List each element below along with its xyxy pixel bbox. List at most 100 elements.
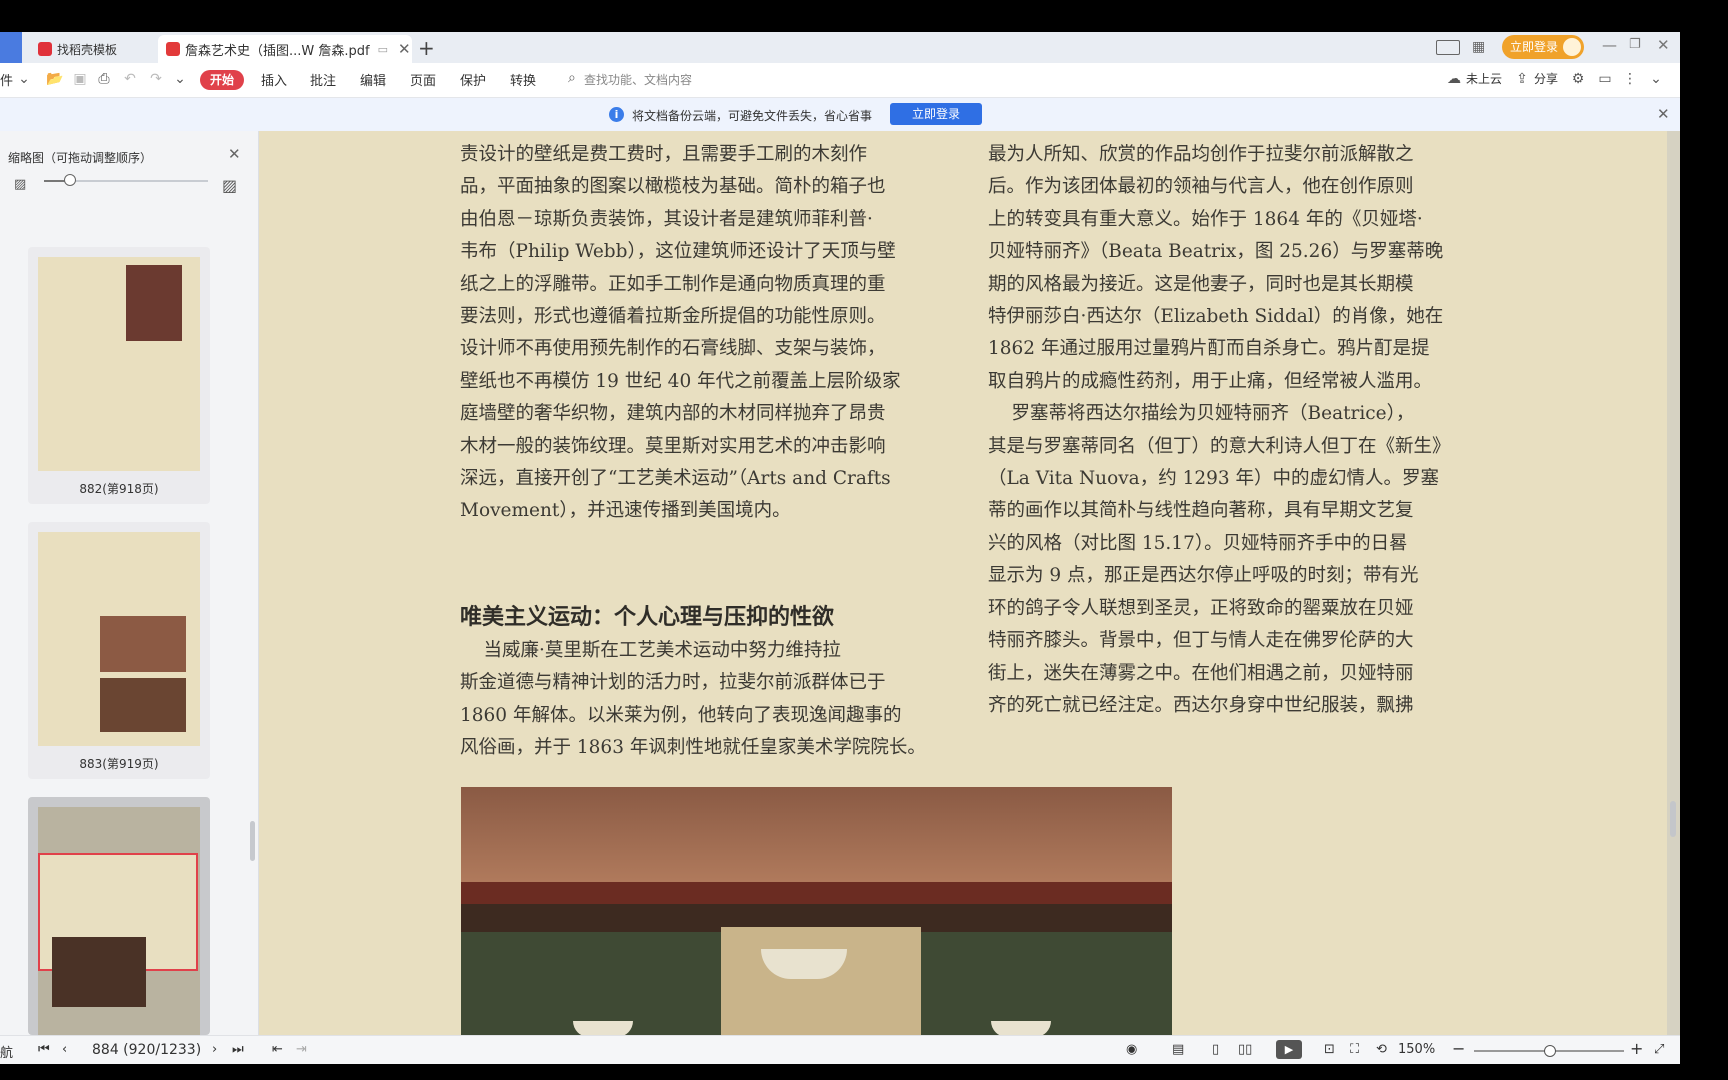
file-menu[interactable]: 件 (0, 70, 13, 89)
start-tab[interactable]: 开始 (200, 70, 244, 90)
text-line: 其是与罗塞蒂同名（但丁）的意大利诗人但丁在《新生》 (988, 435, 1451, 457)
menu-annotate[interactable]: 批注 (310, 70, 336, 89)
vertical-scrollbar[interactable] (1670, 801, 1676, 837)
settings-icon[interactable]: ⚙ (1570, 71, 1586, 87)
new-tab-icon[interactable]: + (418, 36, 435, 60)
share-button[interactable]: 分享 (1534, 70, 1558, 87)
comment-icon[interactable]: ▭ (1597, 71, 1613, 87)
grid-view-icon[interactable]: ▦ (1472, 39, 1485, 55)
page-indicator[interactable]: 884 (920/1233) (92, 1042, 201, 1058)
search-box[interactable]: ⌕ 查找功能、文档内容 (566, 69, 746, 91)
text-line: 齐的死亡就已经注定。西达尔身穿中世纪服装，飘拂 (988, 694, 1414, 716)
text-line: 特丽齐膝头。背景中，但丁与情人走在佛罗伦萨的大 (988, 630, 1414, 652)
more-dropdown-icon[interactable]: ⌄ (172, 71, 188, 87)
print-icon[interactable]: ⎙ (96, 71, 112, 87)
menu-protect[interactable]: 保护 (460, 70, 486, 89)
thumbnail-882[interactable]: 882(第918页) (28, 247, 210, 504)
large-thumb-icon[interactable]: ▨ (222, 176, 237, 195)
single-page-icon[interactable]: ▯ (1212, 1042, 1219, 1057)
menu-page[interactable]: 页面 (410, 70, 436, 89)
text-line: 深远，直接开创了“工艺美术运动”（Arts and Crafts (460, 468, 891, 490)
reading-mode-icon[interactable] (1436, 40, 1460, 55)
zoom-level[interactable]: 150% (1398, 1042, 1435, 1057)
text-line: Movement），并迅速传播到美国境内。 (460, 500, 791, 522)
panel-title: 缩略图（可拖动调整顺序） (8, 151, 153, 165)
tab-label: 找稻壳模板 (57, 42, 118, 57)
text-line: 环的鸽子令人联想到圣灵，正将致命的罂粟放在贝娅 (988, 597, 1414, 619)
double-page-icon[interactable]: ▯▯ (1238, 1042, 1252, 1057)
fit-width-icon[interactable]: ⇤ (272, 1042, 283, 1057)
restore-icon[interactable]: ❐ (1629, 37, 1641, 52)
actual-size-icon[interactable]: ⊡ (1324, 1042, 1335, 1057)
pdf-icon (166, 42, 180, 56)
redo-icon[interactable]: ↷ (148, 71, 164, 87)
menu-convert[interactable]: 转换 (510, 70, 536, 89)
save-icon[interactable]: ▣ (72, 71, 88, 87)
text-line: 1862 年通过服用过量鸦片酊而自杀身亡。鸦片酊是提 (988, 338, 1430, 360)
slider-handle[interactable] (64, 174, 76, 186)
notice-close-icon[interactable]: ✕ (1657, 105, 1670, 123)
play-icon[interactable]: ▶ (1276, 1040, 1302, 1059)
chandelier-left (573, 1021, 633, 1035)
docer-icon (38, 42, 52, 56)
menu-insert[interactable]: 插入 (261, 70, 287, 89)
sidebar-scrollbar[interactable] (250, 821, 255, 861)
zoom-slider[interactable] (1474, 1045, 1624, 1057)
text-line: 设计师不再使用预先制作的石膏线脚、支架与装饰， (460, 338, 886, 360)
zoom-slider-handle[interactable] (1544, 1045, 1556, 1057)
next-page-icon[interactable]: › (212, 1042, 217, 1057)
rotate-icon[interactable]: ⟲ (1376, 1042, 1387, 1057)
zoom-out-icon[interactable]: − (1452, 1039, 1465, 1058)
open-icon[interactable]: 📂 (46, 71, 63, 87)
menu-edit[interactable]: 编辑 (360, 70, 386, 89)
text-line: 由伯恩－琼斯负责装饰，其设计者是建筑师菲利普· (460, 208, 873, 230)
home-tab-stub[interactable] (0, 32, 22, 63)
thumbnail-883[interactable]: 883(第919页) (28, 522, 210, 779)
text-line: （La Vita Nuova，约 1293 年）中的虚幻情人。罗塞 (988, 468, 1440, 490)
share-icon[interactable]: ⇪ (1514, 71, 1530, 87)
text-line: 壁纸也不再模仿 19 世纪 40 年代之前覆盖上层阶级家 (460, 370, 901, 392)
document-viewport[interactable]: 责设计的壁纸是费工费时，且需要手工刷的木刻作 品，平面抽象的图案以橄榄枝为基础。简… (259, 131, 1680, 1035)
collapse-ribbon-icon[interactable]: ⌄ (1648, 71, 1664, 87)
fit-window-icon[interactable]: ⛶ (1350, 1042, 1359, 1057)
wall-right (921, 932, 1172, 1035)
close-tab-icon[interactable]: ✕ (398, 40, 411, 58)
eye-protection-icon[interactable]: ◉ (1126, 1042, 1137, 1057)
text-line: 斯金道德与精神计划的活力时，拉斐尔前派群体已于 (460, 672, 886, 694)
left-column-text-2: 当威廉·莫里斯在工艺美术运动中努力维持拉 斯金道德与精神计划的活力时，拉斐尔前派群… (460, 635, 926, 765)
notice-login-button[interactable]: 立即登录 (890, 103, 982, 125)
search-placeholder: 查找功能、文档内容 (584, 73, 693, 87)
fit-page-icon[interactable]: ⇥ (296, 1042, 307, 1057)
more-icon[interactable]: ⋮ (1622, 71, 1638, 87)
tab-template[interactable]: 找稻壳模板 (30, 35, 158, 63)
close-window-icon[interactable]: ✕ (1657, 36, 1670, 54)
undo-icon[interactable]: ↶ (122, 71, 138, 87)
cloud-status[interactable]: 未上云 (1466, 70, 1502, 87)
cloud-icon[interactable]: ☁ (1446, 71, 1462, 87)
thumbnail-figure (52, 937, 146, 1007)
thumbnail-figure (100, 678, 186, 732)
login-button[interactable]: 立即登录 (1502, 35, 1584, 59)
pin-icon[interactable]: ▭ (378, 43, 388, 56)
minimize-icon[interactable]: — (1602, 36, 1617, 54)
thumbnail-884-current[interactable] (28, 797, 210, 1035)
last-page-icon[interactable]: ⏭ (232, 1042, 244, 1057)
text-line: 取自鸦片的成瘾性药剂，用于止痛，但经常被人滥用。 (988, 370, 1433, 392)
zoom-in-icon[interactable]: + (1630, 1039, 1643, 1058)
continuous-scroll-icon[interactable]: ▤ (1172, 1042, 1184, 1057)
thumbnail-page (38, 532, 200, 746)
first-page-icon[interactable]: ⏮ (38, 1042, 50, 1057)
text-line: 罗塞蒂将西达尔描绘为贝娅特丽齐（Beatrice）， (988, 403, 1415, 425)
ribbon-toolbar: 件 ⌄ 📂 ▣ ⎙ ↶ ↷ ⌄ 开始 插入 批注 编辑 页面 保护 转换 ⌕ 查… (0, 63, 1680, 98)
section-heading: 唯美主义运动：个人心理与压抑的性欲 (460, 604, 835, 630)
navigation-label[interactable]: 航 (0, 1042, 13, 1061)
ceiling (461, 787, 1172, 882)
small-thumb-icon[interactable]: ▨ (14, 177, 26, 192)
fullscreen-icon[interactable]: ⤢ (1654, 1042, 1664, 1057)
panel-close-icon[interactable]: ✕ (228, 145, 241, 163)
tab-pdf[interactable]: 詹森艺术史（插图...W 詹森.pdf ▭ ✕ (158, 35, 412, 63)
text-line: 庭墙壁的奢华织物，建筑内部的木材同样抛弃了昂贵 (460, 403, 886, 425)
file-dropdown-icon[interactable]: ⌄ (16, 71, 32, 87)
text-line: 要法则，形式也遵循着拉斯金所提倡的功能性原则。 (460, 306, 886, 328)
prev-page-icon[interactable]: ‹ (62, 1042, 67, 1057)
